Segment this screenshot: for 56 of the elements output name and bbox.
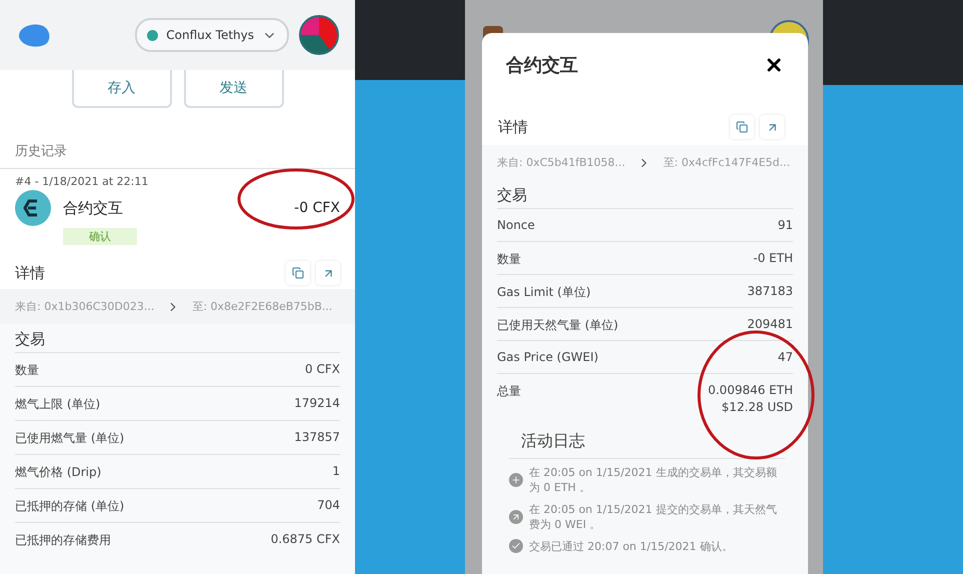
action-button[interactable]: 发送 xyxy=(184,70,284,108)
details-title: 详情 xyxy=(15,264,45,282)
activity-entry: 在 20:05 on 1/15/2021 生成的交易单，其交易额为 0 ETH 。 xyxy=(529,465,778,496)
row-value: 0 CFX xyxy=(305,362,340,376)
row-value: 387183 xyxy=(747,284,793,298)
status-badge: 确认 xyxy=(63,228,137,245)
section-title: 交易 xyxy=(482,180,808,208)
row-label: Gas Price (GWEI) xyxy=(497,350,598,364)
row-label: 总量 xyxy=(497,383,521,400)
sender-address: 来自: 0xC5b41fB1058... xyxy=(497,155,626,170)
section-title: 交易 xyxy=(0,324,355,352)
activity-title: 活动日志 xyxy=(509,431,785,459)
row-value: 0.009846 ETH xyxy=(708,383,793,397)
row-label: 已使用天然气量 (单位) xyxy=(497,317,618,334)
transaction-amount: -0 CFX xyxy=(294,200,340,216)
plus-icon xyxy=(509,473,523,488)
check-icon xyxy=(509,539,523,554)
row-value: $12.28 USD xyxy=(722,400,793,414)
row-value: 1 xyxy=(332,464,340,478)
row-label: 燃气上限 (单位) xyxy=(15,396,100,413)
row-value: 47 xyxy=(778,350,793,364)
row-value: -0 ETH xyxy=(753,251,793,265)
row-value: 0.6875 CFX xyxy=(270,532,340,546)
row-label: Gas Limit (单位) xyxy=(497,284,591,301)
row-label: 数量 xyxy=(497,251,521,268)
copy-button[interactable] xyxy=(286,261,310,285)
sender-address: 来自: 0x1b306C30D023... xyxy=(15,299,154,314)
row-value: 179214 xyxy=(294,396,340,410)
account-avatar[interactable] xyxy=(299,15,339,55)
activity-entry: 在 20:05 on 1/15/2021 提交的交易单，其天然气费为 0 WEI 。 xyxy=(529,502,778,533)
row-value: 209481 xyxy=(747,317,793,331)
row-label: 已使用燃气量 (单位) xyxy=(15,430,124,447)
details-title: 详情 xyxy=(498,118,528,136)
activity-entry: 交易已通过 20:07 on 1/15/2021 确认。 xyxy=(529,538,734,554)
row-value: 704 xyxy=(317,498,340,512)
row-label: 已抵押的存储费用 xyxy=(15,532,111,549)
row-value: 91 xyxy=(778,218,793,232)
network-selector[interactable]: Conflux Tethys xyxy=(135,18,289,52)
copy-icon xyxy=(292,267,304,279)
row-label: 数量 xyxy=(15,362,39,379)
recipient-address: 至: 0x8e2F2E68eB75bB... xyxy=(192,299,332,314)
copy-icon xyxy=(736,121,748,133)
dialog-title: 合约交互 xyxy=(506,54,578,77)
transaction-meta: #4 - 1/18/2021 at 22:11 xyxy=(15,175,150,188)
history-title: 历史记录 xyxy=(0,142,355,169)
row-label: 燃气价格 (Drip) xyxy=(15,464,102,481)
row-label: Nonce xyxy=(497,218,535,232)
row-label: 已抵押的存储 (单位) xyxy=(15,498,124,515)
copy-button[interactable] xyxy=(730,115,754,139)
row-value: 137857 xyxy=(294,430,340,444)
token-icon xyxy=(15,190,51,226)
open-link-button[interactable] xyxy=(316,261,340,285)
action-button[interactable]: 存入 xyxy=(72,70,172,108)
transaction-title: 合约交互 xyxy=(63,198,123,218)
recipient-address: 至: 0x4cfFc147F4E5d... xyxy=(663,155,790,170)
open-link-button[interactable] xyxy=(760,115,784,139)
